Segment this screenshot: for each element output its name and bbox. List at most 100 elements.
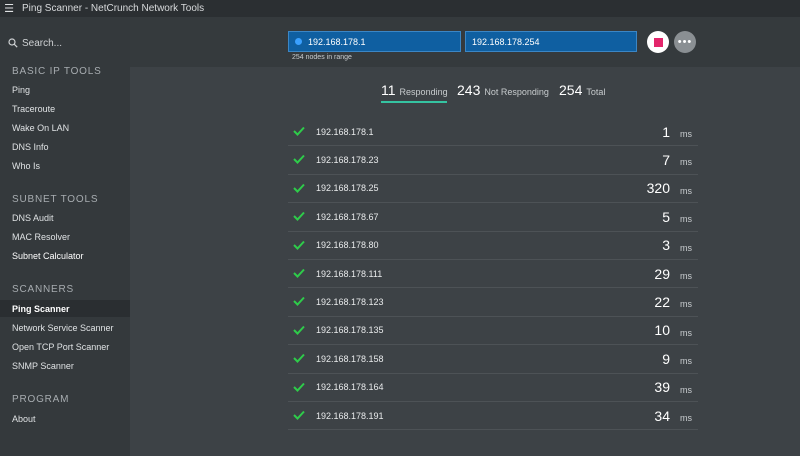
sidebar-item-open-tcp-port-scanner[interactable]: Open TCP Port Scanner [0, 338, 130, 355]
result-time: 10 [654, 322, 670, 339]
sidebar-item-network-service-scanner[interactable]: Network Service Scanner [0, 319, 130, 336]
result-unit: ms [680, 185, 692, 196]
result-unit: ms [680, 242, 692, 253]
result-time: 29 [654, 265, 670, 282]
result-row[interactable]: 192.168.178.158 9 ms [288, 345, 698, 374]
end-ip-input[interactable]: 192.168.178.254 [465, 31, 637, 52]
result-time: 39 [654, 379, 670, 396]
responding-tab[interactable]: 11 Responding [381, 82, 448, 102]
result-time: 9 [662, 350, 670, 367]
total-tab[interactable]: 254 Total [559, 82, 605, 102]
not-responding-count: 243 [457, 82, 481, 98]
sidebar-item-wake-on-lan[interactable]: Wake On LAN [0, 119, 130, 136]
result-ip: 192.168.178.191 [316, 410, 384, 421]
status-dot-icon [295, 38, 302, 45]
more-button[interactable]: ••• [674, 31, 696, 53]
result-unit: ms [680, 299, 692, 310]
result-row[interactable]: 192.168.178.80 3 ms [288, 232, 698, 260]
checkmark-icon [293, 126, 305, 136]
checkmark-icon [293, 353, 305, 364]
result-time: 34 [654, 407, 670, 424]
title-bar: ☰ Ping Scanner - NetCrunch Network Tools [0, 0, 800, 17]
active-tab-indicator [381, 101, 447, 103]
total-label: Total [586, 87, 606, 97]
result-row[interactable]: 192.168.178.23 7 ms [288, 146, 698, 175]
result-ip: 192.168.178.164 [316, 382, 384, 393]
result-unit: ms [680, 129, 692, 139]
checkmark-icon [293, 211, 305, 222]
start-ip-value: 192.168.178.1 [308, 36, 366, 47]
search-box[interactable]: Search... [8, 35, 62, 51]
search-icon [8, 38, 18, 48]
result-time: 3 [662, 237, 670, 254]
responding-count: 11 [381, 82, 396, 98]
start-ip-input[interactable]: 192.168.178.1 [288, 31, 461, 52]
responding-label: Responding [399, 87, 448, 97]
result-time: 1 [662, 123, 670, 140]
end-ip-value: 192.168.178.254 [472, 36, 540, 47]
result-row[interactable]: 192.168.178.123 22 ms [288, 288, 698, 317]
result-time: 320 [646, 180, 670, 197]
section-scanners: SCANNERS [12, 284, 74, 295]
sidebar-item-ping-scanner[interactable]: Ping Scanner [0, 300, 130, 317]
checkmark-icon [293, 297, 305, 307]
range-hint: 254 nodes in range [292, 54, 352, 61]
result-time: 22 [654, 294, 670, 311]
checkmark-icon [293, 382, 305, 392]
result-ip: 192.168.178.23 [316, 155, 379, 166]
result-time: 5 [662, 208, 670, 225]
result-ip: 192.168.178.158 [316, 353, 384, 364]
result-row[interactable]: 192.168.178.111 29 ms [288, 260, 698, 289]
checkmark-icon [293, 240, 305, 250]
result-row[interactable]: 192.168.178.67 5 ms [288, 203, 698, 232]
result-unit: ms [680, 214, 692, 225]
not-responding-label: Not Responding [484, 87, 549, 97]
checkmark-icon [293, 325, 305, 335]
more-icon: ••• [677, 35, 693, 48]
stop-button[interactable] [647, 31, 669, 53]
section-subnet-tools: SUBNET TOOLS [12, 194, 99, 205]
result-unit: ms [680, 157, 692, 168]
not-responding-tab[interactable]: 243 Not Responding [457, 82, 549, 102]
result-unit: ms [680, 270, 692, 281]
checkmark-icon [293, 410, 305, 420]
sidebar-item-dns-info[interactable]: DNS Info [0, 138, 130, 155]
result-row[interactable]: 192.168.178.135 10 ms [288, 317, 698, 346]
section-program: PROGRAM [12, 394, 70, 405]
checkmark-icon [293, 155, 305, 165]
sidebar-item-about[interactable]: About [0, 410, 130, 427]
result-unit: ms [680, 384, 692, 395]
results-list: 192.168.178.1 1 ms 192.168.178.23 7 ms 192.168… [288, 118, 698, 431]
total-count: 254 [559, 82, 583, 98]
result-unit: ms [680, 412, 692, 423]
result-ip: 192.168.178.25 [316, 183, 379, 194]
hamburger-icon[interactable]: ☰ [0, 0, 18, 17]
result-time: 7 [662, 152, 670, 169]
result-unit: ms [680, 327, 692, 338]
result-row[interactable]: 192.168.178.191 34 ms [288, 402, 698, 431]
result-row[interactable]: 192.168.178.1 1 ms [288, 118, 698, 147]
result-ip: 192.168.178.111 [316, 268, 383, 279]
sidebar-item-dns-audit[interactable]: DNS Audit [0, 209, 130, 226]
result-ip: 192.168.178.123 [316, 297, 384, 308]
result-row[interactable]: 192.168.178.25 320 ms [288, 175, 698, 204]
result-ip: 192.168.178.1 [316, 126, 374, 137]
result-ip: 192.168.178.67 [316, 211, 379, 222]
checkmark-icon [293, 183, 305, 193]
sidebar-item-who-is[interactable]: Who Is [0, 157, 130, 174]
result-unit: ms [680, 356, 692, 367]
result-row[interactable]: 192.168.178.164 39 ms [288, 374, 698, 402]
section-basic-ip-tools: BASIC IP TOOLS [12, 66, 102, 77]
search-label: Search... [22, 37, 63, 49]
stop-icon [653, 37, 663, 47]
sidebar-item-snmp-scanner[interactable]: SNMP Scanner [0, 357, 130, 374]
sidebar-item-ping[interactable]: Ping [0, 81, 130, 98]
sidebar-item-traceroute[interactable]: Traceroute [0, 100, 130, 117]
scan-toolbar: 192.168.178.1 192.168.178.254 254 nodes … [130, 17, 800, 67]
sidebar-item-subnet-calculator[interactable]: Subnet Calculator [0, 247, 130, 264]
result-ip: 192.168.178.135 [316, 325, 384, 336]
result-ip: 192.168.178.80 [316, 240, 379, 251]
sidebar: Search... BASIC IP TOOLS Ping Traceroute… [0, 17, 130, 456]
sidebar-item-mac-resolver[interactable]: MAC Resolver [0, 228, 130, 245]
checkmark-icon [293, 268, 305, 278]
